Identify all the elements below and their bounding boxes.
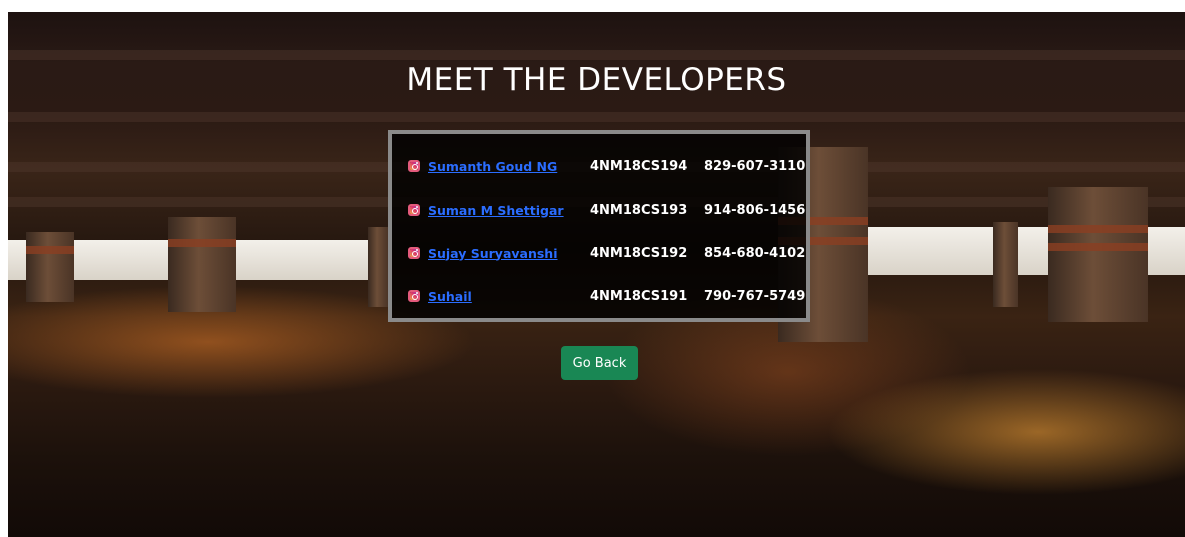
ceiling-beam xyxy=(8,50,1185,60)
developer-usn: 4NM18CS194 xyxy=(590,158,688,174)
developer-phone: 829-607-3110 xyxy=(704,158,806,174)
developer-name-link[interactable]: Sumanth Goud NG xyxy=(428,159,590,174)
developer-phone: 790-767-5749 xyxy=(704,288,806,304)
developers-panel: Sumanth Goud NG 4NM18CS194 829-607-3110 … xyxy=(388,130,810,322)
go-back-button[interactable]: Go Back xyxy=(561,346,638,380)
developer-phone: 914-806-1456 xyxy=(704,202,806,218)
developer-name-link[interactable]: Suhail xyxy=(428,289,590,304)
pillar xyxy=(993,222,1018,307)
pillar xyxy=(26,232,74,302)
developer-usn: 4NM18CS193 xyxy=(590,202,688,218)
developer-row: Sujay Suryavanshi 4NM18CS192 854-680-410… xyxy=(408,241,805,265)
developer-phone: 854-680-4102 xyxy=(704,245,806,261)
pillar xyxy=(368,227,388,307)
developer-row: Suhail 4NM18CS191 790-767-5749 xyxy=(408,284,805,308)
developer-usn: 4NM18CS191 xyxy=(590,288,688,304)
developer-name-link[interactable]: Suman M Shettigar xyxy=(428,203,590,218)
pillar xyxy=(168,217,236,312)
instagram-icon[interactable] xyxy=(408,204,420,216)
instagram-icon[interactable] xyxy=(408,290,420,302)
background-image: MEET THE DEVELOPERS Sumanth Goud NG 4NM1… xyxy=(8,12,1185,537)
page-title: MEET THE DEVELOPERS xyxy=(406,62,787,98)
ceiling-beam xyxy=(8,112,1185,122)
developer-row: Sumanth Goud NG 4NM18CS194 829-607-3110 xyxy=(408,154,805,178)
developer-usn: 4NM18CS192 xyxy=(590,245,688,261)
developer-row: Suman M Shettigar 4NM18CS193 914-806-145… xyxy=(408,198,805,222)
pillar xyxy=(1048,187,1148,322)
instagram-icon[interactable] xyxy=(408,247,420,259)
instagram-icon[interactable] xyxy=(408,160,420,172)
developer-name-link[interactable]: Sujay Suryavanshi xyxy=(428,246,590,261)
